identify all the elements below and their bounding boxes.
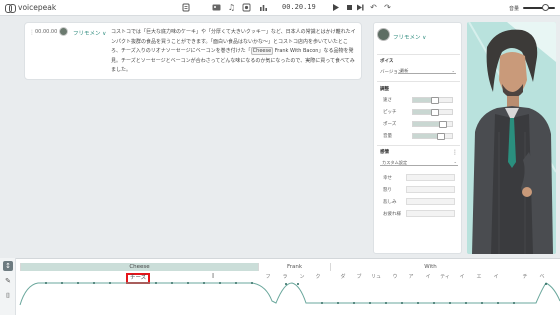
skip-icon[interactable] <box>356 3 365 12</box>
emotion-slider-sad[interactable] <box>406 198 455 205</box>
volume-label-panel: 音量 <box>383 134 392 139</box>
speaker-avatar <box>59 27 68 36</box>
play-icon[interactable] <box>331 3 340 12</box>
dictionary-icon[interactable] <box>242 3 251 12</box>
panel-speaker-name: フリモメン <box>393 35 421 41</box>
emotion-slider-angry[interactable] <box>406 186 455 193</box>
pitch-label: ピッチ <box>383 110 397 115</box>
emotion-label-happy: 幸せ <box>383 176 392 181</box>
speaker-name: フリモメン <box>73 31 101 37</box>
voice-section-title: ボイス <box>380 59 394 64</box>
emotion-slider-happy[interactable] <box>406 174 455 181</box>
chart-icon[interactable] <box>259 3 268 12</box>
more-options-icon[interactable]: ⋮ <box>452 149 458 156</box>
word-header-with[interactable]: With <box>330 263 530 271</box>
volume-label: 音量 <box>509 6 520 12</box>
select-tool-icon[interactable]: ↕ <box>3 261 13 271</box>
chevron-down-icon: ∨ <box>102 31 107 37</box>
range-tool-icon[interactable]: ⌷ <box>3 291 13 301</box>
word-header-cheese[interactable]: Cheese <box>20 263 258 271</box>
playback-time: 00.20.19 <box>282 3 316 11</box>
block-timestamp: 00.00.00 <box>35 29 58 35</box>
phoneme-tools: ↕ ✎ ⌷ <box>0 258 16 315</box>
music-note-icon[interactable]: ♫ <box>227 3 236 12</box>
speed-slider[interactable] <box>412 97 453 104</box>
voice-settings-panel: フリモメン ∨ ボイス バージョン 最新 ⌄ 調整 速さ ピッチ ポーズ 音量 … <box>373 22 462 254</box>
list-icon[interactable] <box>181 3 190 12</box>
pitch-curve[interactable] <box>16 271 560 315</box>
divider <box>377 54 460 55</box>
version-value: 最新 <box>400 68 409 73</box>
emotion-slider-tired[interactable] <box>406 210 455 217</box>
panel-speaker-avatar <box>377 28 390 41</box>
voicepeak-logo-icon <box>5 3 16 13</box>
emotion-label-tired: お疲れ様 <box>383 212 401 217</box>
volume-slider[interactable] <box>412 133 453 140</box>
top-toolbar: voicepeak ♫ 00.20.19 ↶ ↷ 音量 <box>0 0 560 16</box>
volume-slider-knob[interactable] <box>542 4 549 11</box>
redo-icon[interactable]: ↷ <box>383 3 392 12</box>
emotion-label-angry: 怒り <box>383 188 392 193</box>
speaker-select[interactable]: フリモメン ∨ <box>73 29 106 37</box>
emotion-section-title: 感情 <box>380 150 389 155</box>
stop-icon[interactable] <box>345 3 354 12</box>
undo-icon[interactable]: ↶ <box>369 3 378 12</box>
app-name: voicepeak <box>18 3 57 12</box>
text-block-editor[interactable]: ⋮ 00.00.00 フリモメン ∨ コストコでは「巨大な底力味のケーキ」や「分… <box>24 22 362 80</box>
chevron-down-icon: ⌄ <box>451 68 455 73</box>
selected-word-highlight[interactable]: Cheese <box>250 47 274 56</box>
emotion-preset-select[interactable]: カスタム設定 ⌄ <box>380 159 458 166</box>
chevron-down-icon: ∨ <box>422 35 427 41</box>
character-portrait <box>467 22 556 254</box>
emotion-preset-value: カスタム設定 <box>382 160 408 165</box>
pause-label: ポーズ <box>383 122 397 127</box>
divider <box>377 145 460 146</box>
version-select[interactable]: 最新 ⌄ <box>398 68 456 74</box>
word-header-frank[interactable]: Frank <box>258 263 330 271</box>
image-icon[interactable] <box>212 3 221 12</box>
pencil-tool-icon[interactable]: ✎ <box>3 276 13 286</box>
app-logo: voicepeak <box>5 3 57 13</box>
emotion-label-sad: 悲しみ <box>383 200 397 205</box>
panel-speaker-select[interactable]: フリモメン ∨ <box>393 33 426 41</box>
divider <box>377 81 460 82</box>
pause-slider[interactable] <box>412 121 453 128</box>
pitch-slider[interactable] <box>412 109 453 116</box>
tuning-section-title: 調整 <box>380 87 389 92</box>
script-text[interactable]: コストコでは「巨大な底力味のケーキ」や「分厚くて大きいクッキー」など、日本人の常… <box>111 28 357 76</box>
chevron-down-icon: ⌄ <box>453 159 457 164</box>
speed-label: 速さ <box>383 98 392 103</box>
volume-slider-track[interactable] <box>523 7 555 9</box>
